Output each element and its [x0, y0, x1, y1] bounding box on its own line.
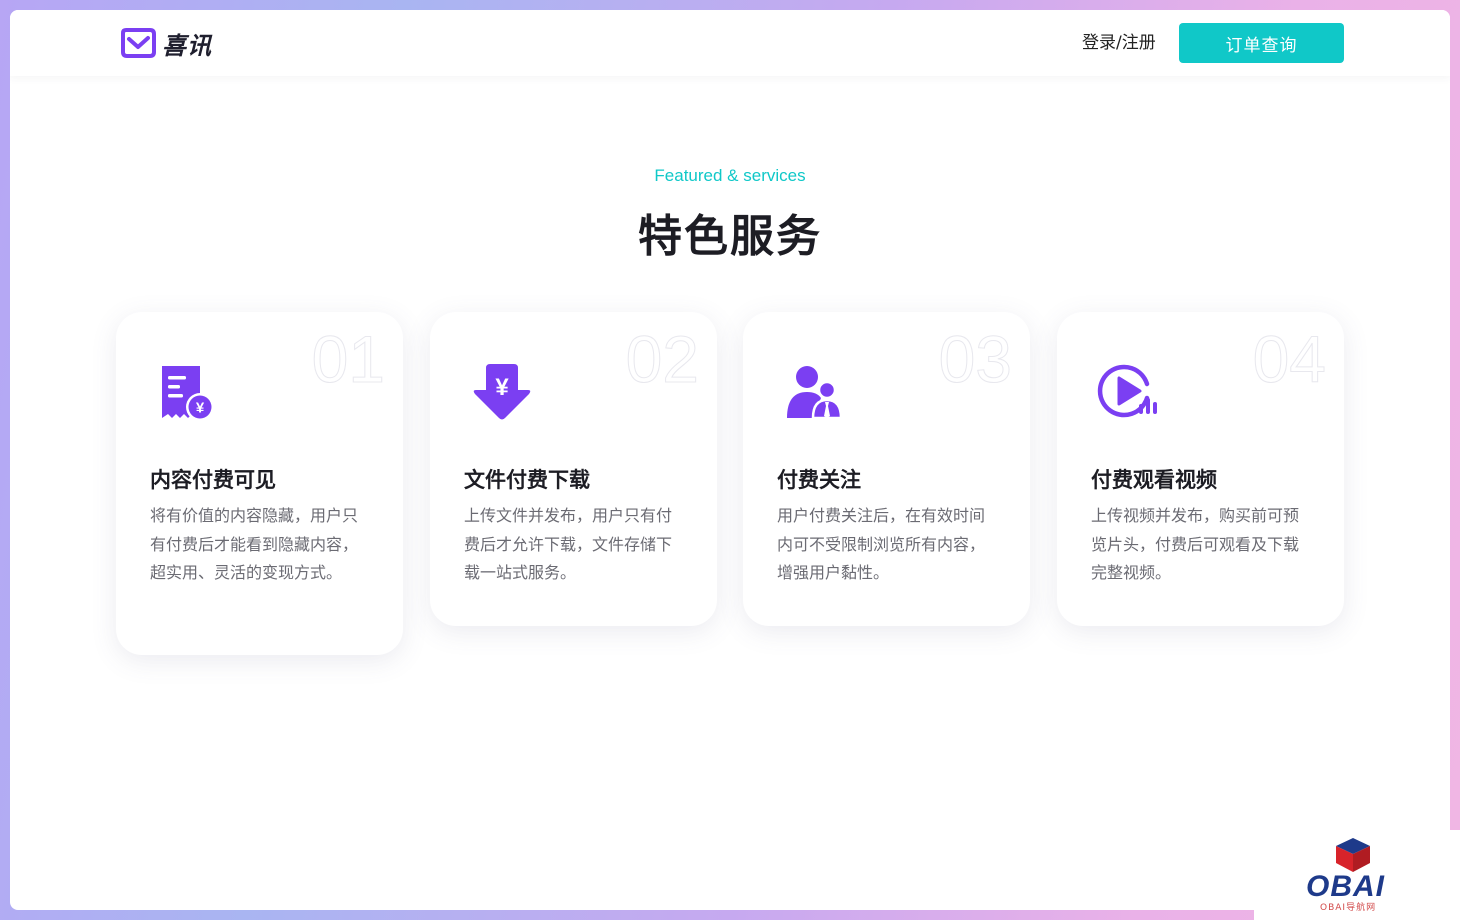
top-header: 喜讯 登录/注册 订单查询	[10, 10, 1450, 76]
card-description: 将有价值的内容隐藏，用户只有付费后才能看到隐藏内容，超实用、灵活的变现方式。	[150, 506, 359, 582]
feature-card-paid-download[interactable]: 02 ¥ 文件付费下载 上传文件并发布，用户只有付费后才允许下载，文件存储下载一…	[430, 312, 717, 626]
card-number: 02	[625, 322, 699, 396]
logo-text: 喜讯	[162, 31, 212, 60]
feature-card-paid-video[interactable]: 04 付费观看视频 上传视频并发布，购买前可预览片头，付费后可观看及下载完整视频…	[1057, 312, 1344, 626]
card-description: 上传视频并发布，购买前可预览片头，付费后可观看及下载完整视频。	[1091, 506, 1300, 582]
logo[interactable]: 喜讯	[118, 27, 212, 60]
svg-text:¥: ¥	[196, 400, 205, 417]
feature-card-paid-content[interactable]: 01 ¥ 内容付费可见 将有价值的内容隐藏，用户只有付费后才能看到隐藏内容，超实…	[116, 312, 403, 655]
cube-logo-icon	[1336, 838, 1370, 872]
login-register-link[interactable]: 登录/注册	[1082, 32, 1156, 54]
card-title: 文件付费下载	[464, 468, 590, 492]
card-description: 上传文件并发布，用户只有付费后才允许下载，文件存储下载一站式服务。	[464, 506, 673, 582]
card-title: 付费关注	[777, 468, 861, 492]
section-title: 特色服务	[638, 211, 822, 262]
paid-download-icon: ¥	[470, 362, 534, 426]
card-number: 04	[1252, 322, 1326, 396]
watermark: OBAI OBAI导航网	[1254, 830, 1460, 920]
card-title: 内容付费可见	[150, 468, 276, 492]
card-title: 付费观看视频	[1091, 468, 1217, 492]
card-number: 01	[311, 322, 385, 396]
paid-follow-icon	[783, 362, 847, 426]
feature-card-paid-follow[interactable]: 03 付费关注 用户付费关注后，在有效时间内可不受限制浏览所有内容，增强用户黏性…	[743, 312, 1030, 626]
paid-video-icon	[1097, 362, 1161, 426]
card-description: 用户付费关注后，在有效时间内可不受限制浏览所有内容，增强用户黏性。	[777, 506, 986, 582]
watermark-caption: OBAI导航网	[1320, 903, 1377, 913]
watermark-brand: OBAI	[1306, 870, 1385, 903]
logo-icon	[121, 28, 156, 58]
app-window: 喜讯 登录/注册 订单查询 Featured & services 特色服务 0…	[10, 10, 1450, 910]
svg-text:¥: ¥	[495, 374, 509, 401]
paid-content-icon: ¥	[156, 362, 220, 426]
section-subtitle: Featured & services	[654, 166, 806, 185]
card-number: 03	[938, 322, 1012, 396]
order-query-button[interactable]: 订单查询	[1179, 23, 1344, 63]
